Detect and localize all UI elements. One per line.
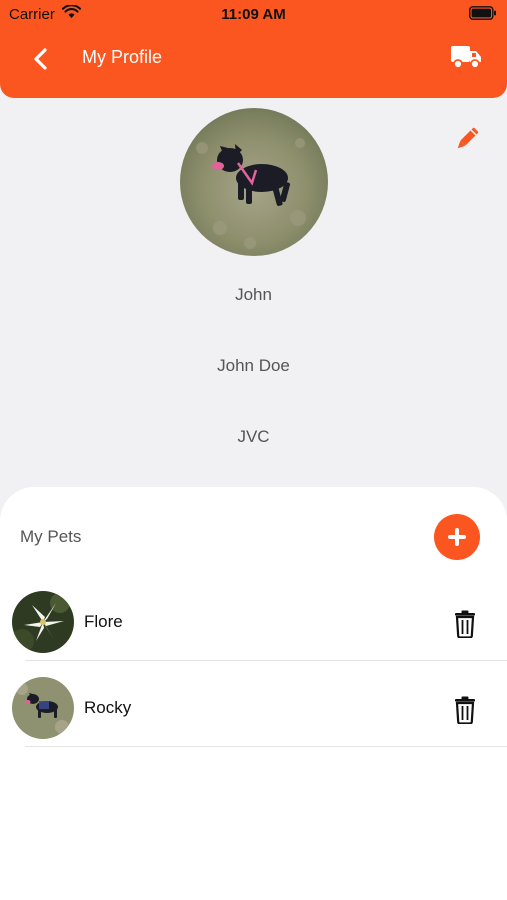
pet-list-item[interactable]: Flore xyxy=(0,575,507,661)
profile-avatar[interactable] xyxy=(180,108,328,256)
page-title: My Profile xyxy=(82,47,163,67)
nav-bar: My Profile xyxy=(0,38,507,78)
pet-name: Flore xyxy=(84,612,123,631)
pets-heading: My Pets xyxy=(20,527,82,546)
profile-full-name: John Doe xyxy=(217,356,290,375)
truck-icon[interactable] xyxy=(449,42,483,72)
pets-panel: My Pets Flore Rocky xyxy=(0,487,507,900)
pet-list-item[interactable]: Rocky xyxy=(0,661,507,747)
status-time: 11:09 AM xyxy=(221,6,286,23)
add-pet-button[interactable] xyxy=(434,514,480,560)
edit-profile-button[interactable] xyxy=(452,124,482,154)
trash-icon[interactable] xyxy=(453,610,477,638)
pet-name: Rocky xyxy=(84,698,132,717)
pet-photo xyxy=(12,677,74,739)
profile-extra: JVC xyxy=(237,427,270,446)
pet-photo xyxy=(12,591,74,653)
status-bar: Carrier 11:09 AM xyxy=(0,0,507,30)
divider xyxy=(25,746,507,747)
battery-icon xyxy=(469,6,496,20)
back-button[interactable] xyxy=(26,44,56,74)
profile-first-name: John xyxy=(235,285,272,304)
trash-icon[interactable] xyxy=(453,696,477,724)
app-header: Carrier 11:09 AM My Profile xyxy=(0,0,507,98)
